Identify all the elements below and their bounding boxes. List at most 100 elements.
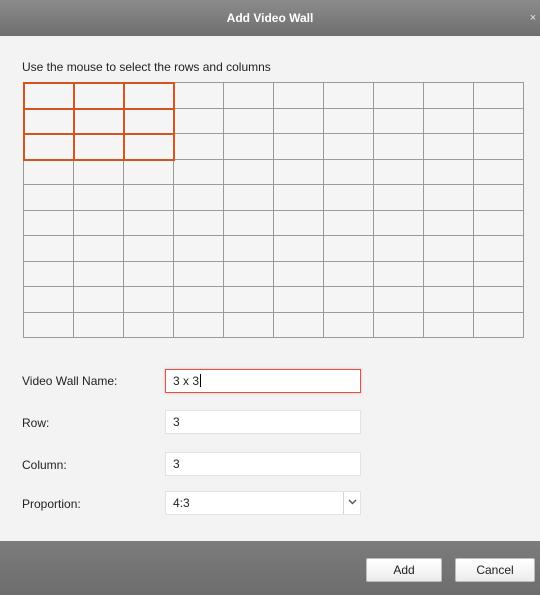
grid-cell[interactable] xyxy=(474,159,524,185)
grid-cell[interactable] xyxy=(274,261,324,287)
grid-cell[interactable] xyxy=(474,210,524,236)
grid-cell[interactable] xyxy=(474,108,524,134)
grid-cell[interactable] xyxy=(174,261,224,287)
grid-cell[interactable] xyxy=(74,134,124,160)
grid-cell[interactable] xyxy=(24,312,74,338)
grid-cell[interactable] xyxy=(324,287,374,313)
grid-cell[interactable] xyxy=(224,236,274,262)
grid-cell[interactable] xyxy=(74,83,124,109)
chevron-down-icon[interactable] xyxy=(343,492,360,514)
grid-cell[interactable] xyxy=(324,210,374,236)
grid-cell[interactable] xyxy=(174,108,224,134)
grid-cell[interactable] xyxy=(424,159,474,185)
grid-cell[interactable] xyxy=(274,134,324,160)
grid-cell[interactable] xyxy=(174,287,224,313)
grid-cell[interactable] xyxy=(124,108,174,134)
grid-cell[interactable] xyxy=(174,236,224,262)
close-icon[interactable]: × xyxy=(528,12,538,24)
grid-cell[interactable] xyxy=(24,261,74,287)
grid-cell[interactable] xyxy=(424,287,474,313)
grid-cell[interactable] xyxy=(274,108,324,134)
grid-cell[interactable] xyxy=(74,261,124,287)
grid-cell[interactable] xyxy=(374,134,424,160)
grid-cell[interactable] xyxy=(74,210,124,236)
grid-cell[interactable] xyxy=(224,83,274,109)
grid-cell[interactable] xyxy=(374,185,424,211)
grid-cell[interactable] xyxy=(174,134,224,160)
grid-cell[interactable] xyxy=(324,134,374,160)
grid-cell[interactable] xyxy=(124,287,174,313)
grid-cell[interactable] xyxy=(124,312,174,338)
add-button[interactable]: Add xyxy=(366,558,442,582)
grid-cell[interactable] xyxy=(324,261,374,287)
grid-cell[interactable] xyxy=(474,134,524,160)
grid-cell[interactable] xyxy=(224,210,274,236)
grid-cell[interactable] xyxy=(124,159,174,185)
grid-cell[interactable] xyxy=(74,108,124,134)
wall-grid-selector[interactable] xyxy=(23,82,524,338)
grid-cell[interactable] xyxy=(74,312,124,338)
grid-cell[interactable] xyxy=(424,210,474,236)
grid-cell[interactable] xyxy=(224,134,274,160)
video-wall-name-input[interactable]: 3 x 3 xyxy=(165,369,361,393)
grid-cell[interactable] xyxy=(274,210,324,236)
grid-cell[interactable] xyxy=(124,185,174,211)
grid-cell[interactable] xyxy=(424,83,474,109)
grid-cell[interactable] xyxy=(124,261,174,287)
grid-cell[interactable] xyxy=(374,108,424,134)
grid-cell[interactable] xyxy=(374,159,424,185)
grid-cell[interactable] xyxy=(424,134,474,160)
grid-cell[interactable] xyxy=(424,236,474,262)
row-input[interactable]: 3 xyxy=(165,410,361,434)
grid-cell[interactable] xyxy=(424,261,474,287)
grid-cell[interactable] xyxy=(274,83,324,109)
column-input[interactable]: 3 xyxy=(165,452,361,476)
grid-cell[interactable] xyxy=(74,287,124,313)
grid-cell[interactable] xyxy=(474,261,524,287)
grid-cell[interactable] xyxy=(324,159,374,185)
grid-cell[interactable] xyxy=(174,312,224,338)
cancel-button[interactable]: Cancel xyxy=(455,558,535,582)
grid-cell[interactable] xyxy=(374,287,424,313)
grid-cell[interactable] xyxy=(124,83,174,109)
grid-cell[interactable] xyxy=(124,236,174,262)
grid-cell[interactable] xyxy=(24,108,74,134)
grid-cell[interactable] xyxy=(24,134,74,160)
grid-cell[interactable] xyxy=(24,185,74,211)
grid-cell[interactable] xyxy=(74,159,124,185)
grid-cell[interactable] xyxy=(274,185,324,211)
grid-cell[interactable] xyxy=(324,83,374,109)
grid-cell[interactable] xyxy=(124,134,174,160)
grid-cell[interactable] xyxy=(224,108,274,134)
grid-cell[interactable] xyxy=(274,159,324,185)
grid-cell[interactable] xyxy=(474,83,524,109)
grid-cell[interactable] xyxy=(324,108,374,134)
grid-cell[interactable] xyxy=(224,159,274,185)
grid-cell[interactable] xyxy=(174,83,224,109)
grid-cell[interactable] xyxy=(474,236,524,262)
grid-cell[interactable] xyxy=(374,210,424,236)
proportion-select[interactable]: 4:3 xyxy=(165,491,361,515)
grid-cell[interactable] xyxy=(124,210,174,236)
grid-cell[interactable] xyxy=(374,312,424,338)
grid-cell[interactable] xyxy=(374,261,424,287)
grid-cell[interactable] xyxy=(174,159,224,185)
grid-cell[interactable] xyxy=(424,108,474,134)
grid-cell[interactable] xyxy=(74,185,124,211)
grid-cell[interactable] xyxy=(224,261,274,287)
grid-cell[interactable] xyxy=(174,185,224,211)
grid-cell[interactable] xyxy=(224,312,274,338)
grid-cell[interactable] xyxy=(24,236,74,262)
grid-cell[interactable] xyxy=(324,312,374,338)
grid-cell[interactable] xyxy=(174,210,224,236)
grid-cell[interactable] xyxy=(324,185,374,211)
grid-cell[interactable] xyxy=(474,287,524,313)
grid-cell[interactable] xyxy=(274,236,324,262)
grid-cell[interactable] xyxy=(274,287,324,313)
grid-cell[interactable] xyxy=(324,236,374,262)
grid-cell[interactable] xyxy=(224,287,274,313)
grid-cell[interactable] xyxy=(374,236,424,262)
grid-cell[interactable] xyxy=(474,312,524,338)
grid-cell[interactable] xyxy=(24,159,74,185)
wall-grid[interactable] xyxy=(23,82,524,338)
